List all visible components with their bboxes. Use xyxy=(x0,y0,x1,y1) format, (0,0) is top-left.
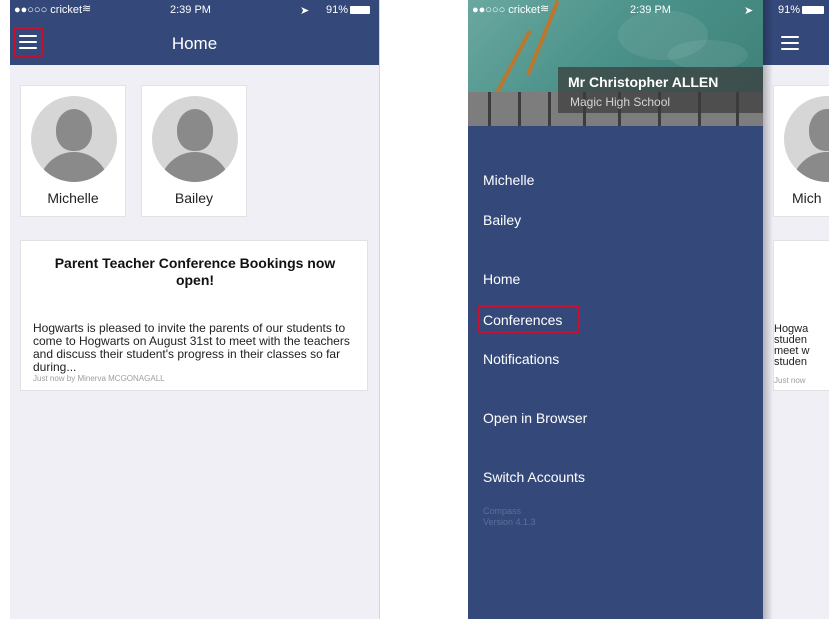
battery-label: 91% xyxy=(326,4,349,16)
news-meta: Just now by Minerva MCGONAGALL xyxy=(33,374,165,383)
wifi-icon: ≋ xyxy=(82,3,92,15)
drawer-shadow xyxy=(763,0,773,619)
student-name: Mich xyxy=(792,190,822,206)
news-card[interactable]: Parent Teacher Conference Bookings now o… xyxy=(20,240,368,391)
news-line: studen xyxy=(774,356,808,368)
carrier-label: ●●○○○ cricket xyxy=(14,4,83,16)
page-title: Home xyxy=(171,34,218,53)
app-version: Version 4.1.3 xyxy=(483,517,536,527)
location-icon: ➤ xyxy=(744,5,754,17)
drawer-header: ●●○○○ cricket ≋ 2:39 PM ➤ Mr Christopher… xyxy=(468,0,763,126)
drawer-screen: 91% Mich Hogwa studen meet w studen Just… xyxy=(468,0,829,619)
status-bar: ●●○○○ cricket ≋ 2:39 PM ➤ xyxy=(468,0,763,20)
drawer-item-notifications[interactable]: Notifications xyxy=(483,351,559,367)
student-name: Bailey xyxy=(174,190,214,206)
navigation-drawer: ●●○○○ cricket ≋ 2:39 PM ➤ Mr Christopher… xyxy=(468,0,763,619)
nav-bar: Home xyxy=(10,20,379,65)
carrier-label: ●●○○○ cricket xyxy=(472,4,541,16)
battery-icon xyxy=(802,6,824,14)
time-label: 2:39 PM xyxy=(170,4,211,16)
student-card-partial[interactable]: Mich xyxy=(773,85,829,217)
time-label: 2:39 PM xyxy=(630,4,671,16)
news-meta: Just now xyxy=(774,376,806,385)
student-name: Michelle xyxy=(47,190,99,206)
avatar-placeholder-icon xyxy=(31,96,117,182)
news-card-partial[interactable]: Hogwa studen meet w studen Just now xyxy=(773,240,829,391)
app-name: Compass xyxy=(483,506,522,516)
avatar-placeholder-icon xyxy=(784,96,829,182)
avatar-placeholder-icon xyxy=(152,96,238,182)
profile-name: Mr Christopher ALLEN xyxy=(568,74,719,90)
drawer-item-home[interactable]: Home xyxy=(483,271,520,287)
drawer-item-michelle[interactable]: Michelle xyxy=(483,172,534,188)
wifi-icon: ≋ xyxy=(540,3,550,15)
profile-school: Magic High School xyxy=(570,95,671,109)
news-body: Hogwarts is pleased to invite the parent… xyxy=(33,321,350,374)
drawer-item-bailey[interactable]: Bailey xyxy=(483,212,521,228)
profile-box: Mr Christopher ALLEN Magic High School xyxy=(558,67,763,113)
student-card-bailey[interactable]: Bailey xyxy=(141,85,247,217)
drawer-item-switch-accounts[interactable]: Switch Accounts xyxy=(483,469,585,485)
hamburger-icon[interactable] xyxy=(781,36,799,50)
home-screen: ●●○○○ cricket ≋ 2:39 PM ➤ 91% Home Miche… xyxy=(10,0,380,619)
battery-label: 91% xyxy=(778,4,801,16)
drawer-item-conferences[interactable]: Conferences xyxy=(483,312,562,328)
location-icon: ➤ xyxy=(300,5,310,17)
drawer-item-open-in-browser[interactable]: Open in Browser xyxy=(483,410,587,426)
battery-icon xyxy=(350,6,370,14)
status-bar: ●●○○○ cricket ≋ 2:39 PM ➤ 91% xyxy=(10,0,379,20)
student-card-michelle[interactable]: Michelle xyxy=(20,85,126,217)
news-title: Parent Teacher Conference Bookings now o… xyxy=(54,255,336,288)
